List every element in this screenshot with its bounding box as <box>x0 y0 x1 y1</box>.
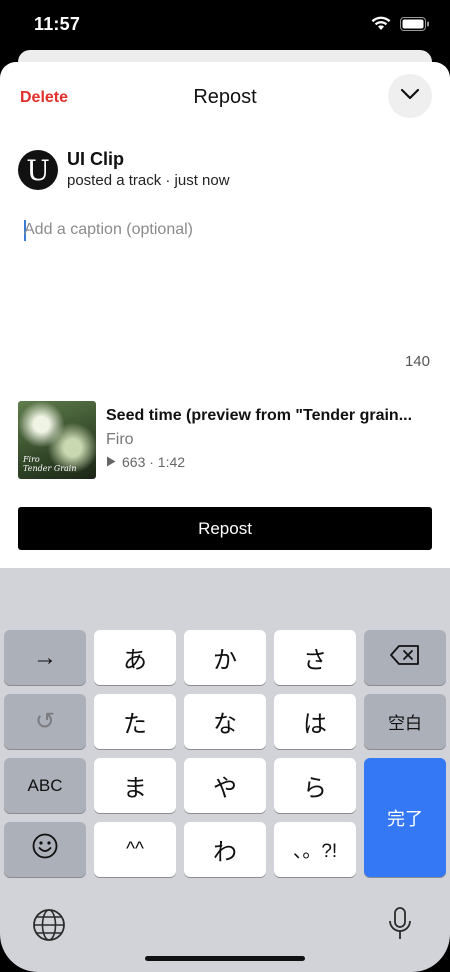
globe-icon[interactable] <box>32 908 66 947</box>
space-key[interactable]: 空白 <box>364 694 446 749</box>
post-subtitle: posted a track · just now <box>67 172 230 189</box>
artwork-label-artist: Firo <box>23 455 40 464</box>
battery-icon <box>400 16 430 36</box>
key-ra[interactable]: ら <box>274 758 356 813</box>
repost-sheet: Delete Repost U UI Clip posted a track ·… <box>0 62 450 572</box>
track-stats: 663 · 1:42 <box>122 454 186 470</box>
emoji-icon <box>32 833 58 866</box>
key-arrow[interactable]: → <box>4 630 86 685</box>
status-bar: 11:57 <box>0 0 450 50</box>
backspace-icon <box>390 644 420 672</box>
collapse-button[interactable] <box>388 74 432 118</box>
done-key[interactable]: 完了 <box>364 758 446 877</box>
abc-key[interactable]: ABC <box>4 758 86 813</box>
wifi-icon <box>371 16 391 36</box>
key-ya[interactable]: や <box>184 758 266 813</box>
backspace-key[interactable] <box>364 630 446 685</box>
key-a[interactable]: あ <box>94 630 176 685</box>
status-icons <box>371 16 430 36</box>
key-ha[interactable]: は <box>274 694 356 749</box>
key-sa[interactable]: さ <box>274 630 356 685</box>
key-na[interactable]: な <box>184 694 266 749</box>
kaomoji-key[interactable]: ^^ <box>94 822 176 877</box>
track-artist: Firo <box>106 431 134 448</box>
key-ka[interactable]: か <box>184 630 266 685</box>
undo-key[interactable]: ↺ <box>4 694 86 749</box>
play-icon <box>106 454 116 470</box>
key-ma[interactable]: ま <box>94 758 176 813</box>
key-wa[interactable]: わ <box>184 822 266 877</box>
artwork-label-title: Tender Grain <box>23 464 77 473</box>
chevron-down-icon <box>400 87 420 105</box>
character-count: 140 <box>404 353 430 370</box>
track-card[interactable]: Firo Tender Grain Seed time (preview fro… <box>18 401 432 479</box>
track-artwork: Firo Tender Grain <box>18 401 96 479</box>
avatar: U <box>18 150 58 190</box>
sheet-title: Repost <box>193 86 257 108</box>
track-title: Seed time (preview from "Tender grain... <box>106 407 413 424</box>
repost-button[interactable]: Repost <box>18 507 432 550</box>
keyboard: → あ か さ ↺ た な は 空白 ABC ま や ら 完了 ^^ わ 、。?… <box>0 568 450 972</box>
user-name: UI Clip <box>67 149 124 169</box>
punctuation-key[interactable]: 、。?! <box>274 822 356 877</box>
emoji-key[interactable] <box>4 822 86 877</box>
key-ta[interactable]: た <box>94 694 176 749</box>
home-indicator <box>145 956 305 961</box>
status-time: 11:57 <box>34 14 81 34</box>
user-row: U UI Clip posted a track · just now <box>18 148 230 192</box>
caption-input[interactable] <box>24 218 424 242</box>
microphone-icon[interactable] <box>388 906 412 947</box>
